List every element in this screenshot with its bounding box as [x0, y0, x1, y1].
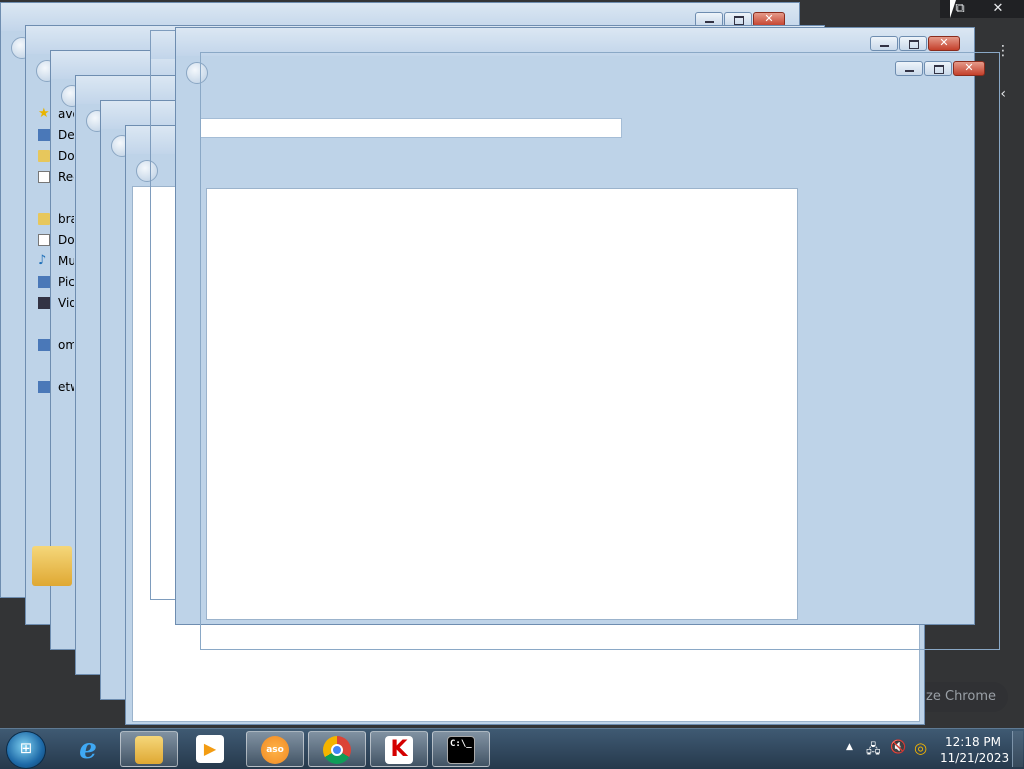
start-button[interactable]: ⊞: [6, 731, 46, 769]
volume-muted-icon[interactable]: 🔇: [890, 740, 906, 755]
nav-item-desktop[interactable]: Des: [30, 125, 74, 146]
computer-icon: [38, 339, 50, 351]
clock-date: 11/21/2023: [940, 751, 1010, 765]
chrome-close-button[interactable]: ✕: [984, 0, 1012, 18]
desktop-icon: [38, 129, 50, 141]
media-player-icon: ▶: [196, 735, 224, 763]
star-icon: ★: [38, 106, 50, 121]
taskbar-media-player[interactable]: ▶: [182, 731, 240, 767]
nav-item-videos[interactable]: Vid: [30, 293, 74, 314]
network-icon[interactable]: 🖧: [866, 740, 881, 762]
pictures-icon: [38, 276, 50, 288]
network-icon: [38, 381, 50, 393]
window-controls: [895, 61, 985, 77]
documents-icon: [38, 234, 50, 246]
taskbar-aso[interactable]: aso: [246, 731, 304, 767]
kaspersky-icon: K: [385, 736, 413, 764]
videos-icon: [38, 297, 50, 309]
update-notification-icon[interactable]: ◎: [914, 739, 927, 757]
maximize-button[interactable]: [924, 61, 952, 76]
show-hidden-icons-button[interactable]: ▲: [846, 742, 853, 752]
maximize-button[interactable]: [899, 36, 927, 51]
minimize-button[interactable]: [870, 36, 898, 51]
clock-time: 12:18 PM: [945, 735, 1001, 749]
chrome-icon: [323, 736, 351, 764]
internet-explorer-icon: e: [79, 732, 97, 765]
nav-item-downloads[interactable]: Do: [30, 146, 74, 167]
nav-item-recent-places[interactable]: Rec: [30, 167, 74, 188]
libraries-icon: [38, 213, 50, 225]
window-ghost: [200, 52, 1000, 650]
folder-icon: [32, 546, 72, 586]
explorer-navigation-pane: ★avo Des Do Rec bra Do ♪Mu Pic Vid om et…: [30, 104, 74, 398]
taskbar-internet-explorer[interactable]: e: [60, 731, 118, 767]
recent-places-icon: [38, 171, 50, 183]
nav-item-pictures[interactable]: Pic: [30, 272, 74, 293]
aso-icon: aso: [261, 736, 289, 764]
window-controls: [870, 36, 960, 52]
taskbar-windows-explorer[interactable]: [120, 731, 178, 767]
window-titlebar: [201, 53, 999, 81]
command-prompt-icon: C:\_: [447, 736, 475, 764]
nav-item-computer[interactable]: om: [30, 335, 74, 356]
nav-item-libraries[interactable]: bra: [30, 209, 74, 230]
nav-item-music[interactable]: ♪ Mu: [30, 251, 74, 272]
nav-item-network[interactable]: etw: [30, 377, 74, 398]
show-desktop-button[interactable]: [1012, 731, 1023, 767]
minimize-button[interactable]: [895, 61, 923, 76]
system-clock[interactable]: 12:18 PM 11/21/2023: [940, 734, 1010, 766]
mouse-cursor: [950, 0, 962, 18]
close-button[interactable]: [953, 61, 985, 76]
taskbar: ⊞ e ▶ aso K C:\_ ▲ 🖧 🔇 ◎ 12:18 PM 11/21/…: [0, 728, 1024, 769]
windows-logo-icon: ⊞: [19, 739, 33, 757]
taskbar-command-prompt[interactable]: C:\_: [432, 731, 490, 767]
nav-item-documents[interactable]: Do: [30, 230, 74, 251]
downloads-icon: [38, 150, 50, 162]
windows-explorer-icon: [135, 736, 163, 764]
taskbar-kaspersky[interactable]: K: [370, 731, 428, 767]
close-button[interactable]: [928, 36, 960, 51]
chrome-side-panel-back-icon[interactable]: ‹: [1000, 86, 1006, 102]
nav-item-favorites[interactable]: ★avo: [30, 104, 74, 125]
taskbar-google-chrome[interactable]: [308, 731, 366, 767]
music-icon: ♪: [38, 253, 47, 268]
